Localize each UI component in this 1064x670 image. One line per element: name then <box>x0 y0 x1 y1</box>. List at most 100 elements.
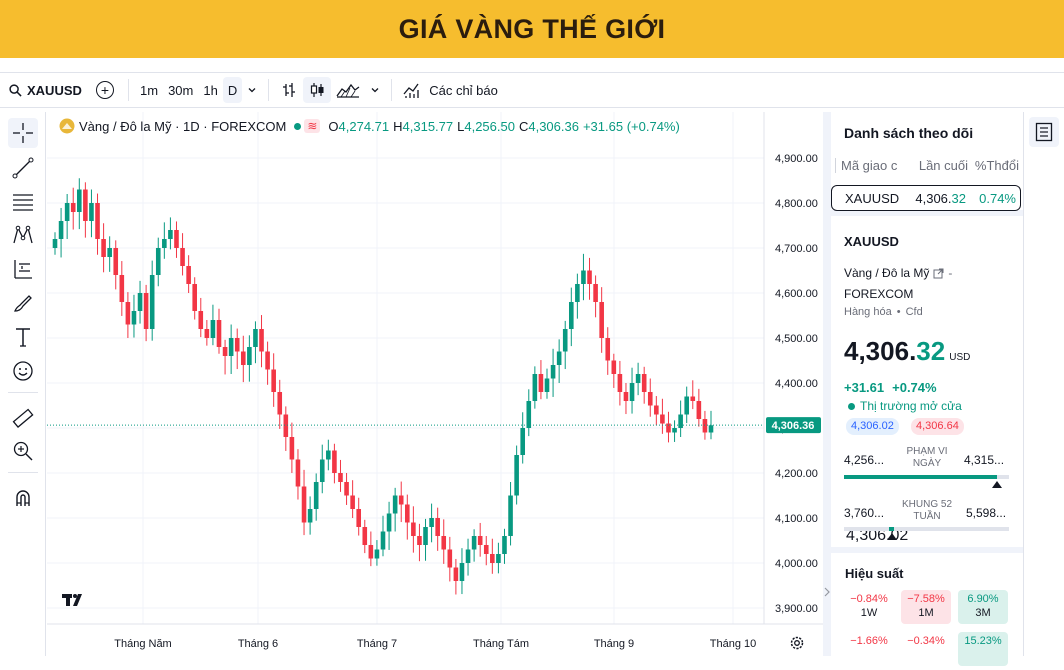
pattern-tool[interactable] <box>8 220 38 250</box>
perf-cell[interactable]: 6.90% 3M <box>958 590 1008 624</box>
magnet-tool[interactable] <box>8 483 38 513</box>
toolbar-divider <box>268 79 270 101</box>
candle-down <box>356 509 362 527</box>
candle-up <box>678 414 683 428</box>
candle-down <box>696 401 702 419</box>
trendline-tool[interactable] <box>8 153 38 183</box>
status-pills[interactable]: ≋ <box>294 119 321 133</box>
interval-dropdown[interactable] <box>242 77 262 103</box>
tradingview-logo[interactable] <box>61 592 87 612</box>
brush-tool[interactable] <box>8 288 38 318</box>
bar-chart-button[interactable] <box>275 77 303 103</box>
candle-up <box>575 284 580 302</box>
detail-desc: Vàng / Đô la Mỹ <box>844 266 930 280</box>
candle-up <box>392 495 398 514</box>
market-status: Thị trường mở cửa <box>848 399 962 413</box>
interval-1m-button[interactable]: 1m <box>135 77 163 103</box>
candle-down <box>119 275 125 302</box>
watchlist-section: Danh sách theo dõi Mã giao c Lần cuối %T… <box>831 112 1023 216</box>
detail-dash: - <box>948 266 953 280</box>
external-link-icon[interactable] <box>933 268 944 279</box>
legend-symbol: Vàng / Đô la Mỹ · 1D · FOREXCOM <box>79 118 287 134</box>
candle-up <box>532 374 538 401</box>
candle-down <box>70 203 76 212</box>
legend-open: O4,274.71 <box>328 118 390 134</box>
perf-cell[interactable]: −1.66% <box>844 632 894 666</box>
perf-cell[interactable]: −0.34% <box>901 632 951 666</box>
candle-down <box>101 239 106 257</box>
trendline-icon <box>12 157 34 179</box>
gold-coin-icon <box>59 118 75 134</box>
legend-low: L4,256.50 <box>457 118 515 134</box>
candle-down <box>447 549 453 568</box>
chevron-down-icon <box>371 88 379 93</box>
ask-box[interactable]: 4,306.64 <box>911 418 964 435</box>
compare-add-button[interactable]: + <box>96 81 114 99</box>
candle-down <box>198 311 204 329</box>
perf-value: −0.34% <box>907 635 945 647</box>
week-range-marker <box>886 533 897 540</box>
candle-down <box>216 320 222 347</box>
magnet-icon <box>16 490 30 506</box>
perf-cell[interactable]: 15.23% <box>958 632 1008 666</box>
candle-down <box>222 347 228 356</box>
market-open-dot <box>294 122 302 130</box>
detail-symbol[interactable]: XAUUSD <box>844 234 899 249</box>
price-currency: USD <box>949 352 971 363</box>
panel-divider[interactable] <box>823 112 831 656</box>
col-last[interactable]: Lần cuối <box>906 158 968 173</box>
settings-gear-button[interactable] <box>788 634 806 652</box>
watchlist-row-xauusd[interactable]: XAUUSD 4,306.32 0.74% <box>831 185 1021 211</box>
y-tick-label: 4,000.00 <box>775 558 818 570</box>
candle-down <box>477 536 483 545</box>
interval-d-button[interactable]: D <box>222 77 243 103</box>
watchlist-toggle[interactable] <box>1029 117 1059 147</box>
text-tool[interactable] <box>8 322 38 352</box>
col-change[interactable]: %Thđổi <box>968 158 1019 173</box>
crosshair-tool[interactable] <box>8 118 38 148</box>
candle-up <box>228 338 234 356</box>
bars-icon <box>283 83 296 97</box>
area-chart-icon <box>336 83 360 98</box>
perf-value: −7.58% <box>907 593 945 605</box>
x-tick-label: Tháng 6 <box>238 638 278 650</box>
price-chart[interactable]: 4,900.00 4,800.00 4,700.00 4,600.00 4,500.00… <box>47 112 823 656</box>
ruler-tool[interactable] <box>8 404 38 434</box>
candle-up <box>380 531 386 550</box>
interval-1h-button[interactable]: 1h <box>198 77 222 103</box>
candle-down <box>295 459 301 487</box>
candle-down <box>605 338 611 361</box>
indicators-label: Các chỉ báo <box>429 82 498 98</box>
emoji-tool[interactable] <box>8 356 38 386</box>
symbol-search[interactable]: XAUUSD <box>0 83 88 98</box>
day-range-label: PHẠM VI NGÀY <box>906 446 948 469</box>
bid-box[interactable]: 4,306.02 <box>846 418 899 435</box>
interval-30m-button[interactable]: 30m <box>163 77 198 103</box>
candle-down <box>453 567 459 581</box>
perf-value: 15.23% <box>964 635 1002 647</box>
perf-cell[interactable]: −7.58% 1M <box>901 590 951 624</box>
perf-period: 1M <box>918 607 934 619</box>
zoom-tool[interactable] <box>8 436 38 466</box>
candle-down <box>660 414 665 424</box>
chevron-down-icon <box>248 88 256 93</box>
area-chart-button[interactable] <box>331 77 365 103</box>
candle-down <box>180 248 185 266</box>
candle-up <box>550 365 556 379</box>
bid-value: 4,306.02 <box>851 420 894 432</box>
col-symbol[interactable]: Mã giao c <box>835 158 906 173</box>
chart-area[interactable]: 4,900.00 4,800.00 4,700.00 4,600.00 4,500.00… <box>47 112 823 656</box>
candle-down <box>95 203 100 239</box>
candle-down <box>259 329 264 352</box>
price-decimals: 32 <box>916 336 946 366</box>
candles-chart-button[interactable] <box>303 77 332 103</box>
perf-cell[interactable]: −0.84% 1W <box>844 590 894 624</box>
candle-down <box>641 374 647 392</box>
indicators-button[interactable]: Các chỉ báo <box>398 77 503 103</box>
forecast-tool[interactable] <box>8 254 38 284</box>
chart-type-dropdown[interactable] <box>365 77 385 103</box>
detail-separator: • <box>896 306 901 318</box>
candle-up <box>514 455 519 496</box>
x-tick-label: Tháng Tám <box>473 638 529 650</box>
fib-tool[interactable] <box>8 187 38 217</box>
